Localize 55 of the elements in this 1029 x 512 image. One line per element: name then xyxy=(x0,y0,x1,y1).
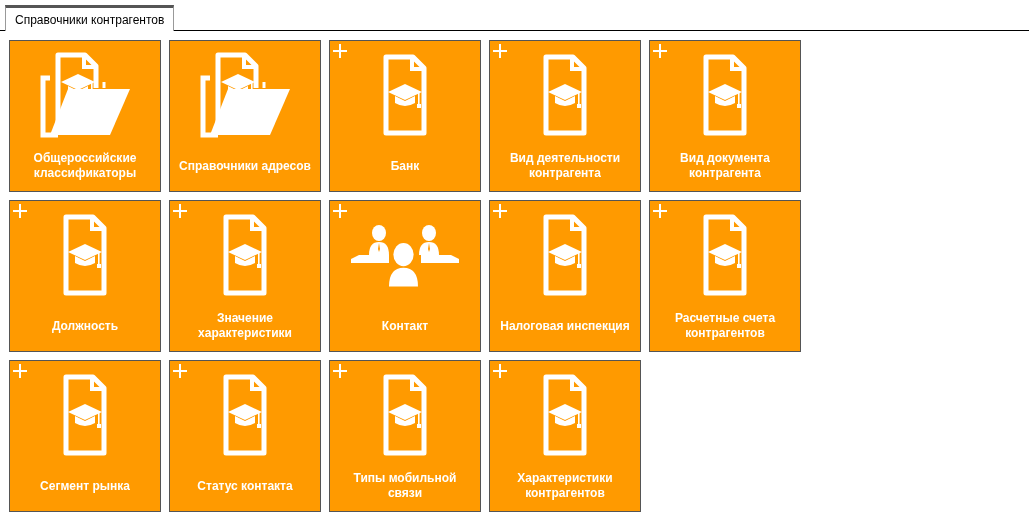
tile[interactable]: Общероссийские классификаторы xyxy=(9,40,161,192)
document-icon xyxy=(543,374,587,456)
plus-icon[interactable] xyxy=(173,204,187,218)
tile-label: Статус контакта xyxy=(196,477,294,495)
tile[interactable]: Расчетные счета контрагентов xyxy=(649,200,801,352)
plus-icon[interactable] xyxy=(333,204,347,218)
plus-icon[interactable] xyxy=(653,44,667,58)
plus-icon[interactable] xyxy=(493,364,507,378)
tile-label: Характеристики контрагентов xyxy=(516,470,614,502)
tile-label: Должность xyxy=(50,317,120,335)
document-icon xyxy=(703,54,747,136)
document-icon xyxy=(223,214,267,296)
people-icon xyxy=(351,223,459,287)
tile-label: Налоговая инспекция xyxy=(499,317,631,335)
tile[interactable]: Вид деятельности контрагента xyxy=(489,40,641,192)
tile[interactable]: Банк xyxy=(329,40,481,192)
document-icon xyxy=(703,214,747,296)
document-icon xyxy=(383,374,427,456)
tile-label: Банк xyxy=(389,157,421,175)
tile[interactable]: Вид документа контрагента xyxy=(649,40,801,192)
tile[interactable]: Должность xyxy=(9,200,161,352)
tile-label: Вид документа контрагента xyxy=(679,150,771,182)
plus-icon[interactable] xyxy=(173,364,187,378)
plus-icon[interactable] xyxy=(13,364,27,378)
tile-label: Контакт xyxy=(380,317,430,335)
tile[interactable]: Статус контакта xyxy=(169,360,321,512)
tile[interactable]: Типы мобильной связи xyxy=(329,360,481,512)
tile[interactable]: Контакт xyxy=(329,200,481,352)
tile-label: Значение характеристики xyxy=(197,310,293,342)
document-icon xyxy=(543,214,587,296)
plus-icon[interactable] xyxy=(493,44,507,58)
tile-label: Справочники адресов xyxy=(178,157,312,175)
tile[interactable]: Характеристики контрагентов xyxy=(489,360,641,512)
plus-icon[interactable] xyxy=(653,204,667,218)
document-icon xyxy=(63,214,107,296)
tile-label: Сегмент рынка xyxy=(39,477,131,495)
folder-icon xyxy=(38,52,132,138)
plus-icon[interactable] xyxy=(13,204,27,218)
tile[interactable]: Сегмент рынка xyxy=(9,360,161,512)
tile-label: Вид деятельности контрагента xyxy=(508,150,622,182)
tile-label: Расчетные счета контрагентов xyxy=(673,310,777,342)
tile[interactable]: Налоговая инспекция xyxy=(489,200,641,352)
tab[interactable]: Справочники контрагентов xyxy=(5,5,175,31)
document-icon xyxy=(63,374,107,456)
document-icon xyxy=(543,54,587,136)
plus-icon[interactable] xyxy=(333,44,347,58)
tile[interactable]: Значение характеристики xyxy=(169,200,321,352)
plus-icon[interactable] xyxy=(493,204,507,218)
tile-label: Типы мобильной связи xyxy=(352,470,458,502)
tile[interactable]: Справочники адресов xyxy=(169,40,321,192)
plus-icon[interactable] xyxy=(333,364,347,378)
folder-icon xyxy=(198,52,292,138)
document-icon xyxy=(383,54,427,136)
document-icon xyxy=(223,374,267,456)
tile-label: Общероссийские классификаторы xyxy=(32,150,138,182)
